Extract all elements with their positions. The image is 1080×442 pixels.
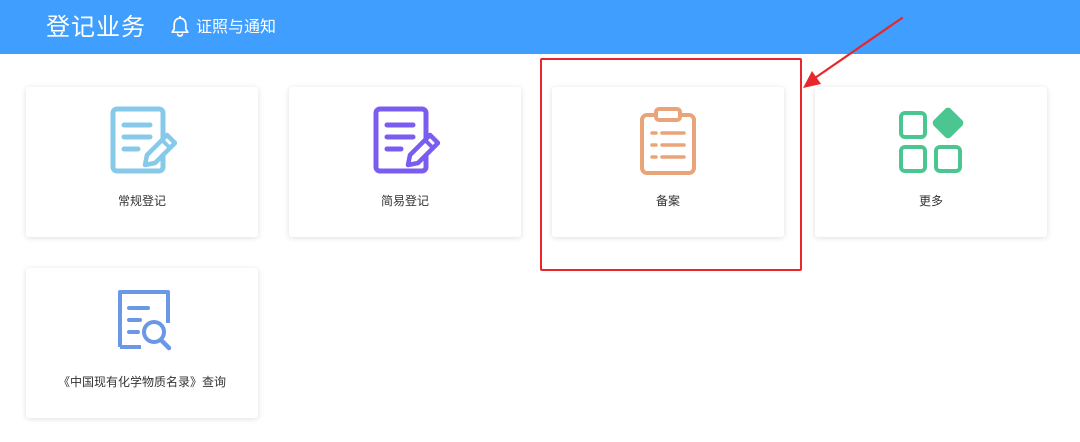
- card-regular-registration[interactable]: 常规登记: [26, 87, 258, 237]
- card-inventory-query[interactable]: 《中国现有化学物质名录》查询: [26, 268, 258, 418]
- licenses-notices-link[interactable]: 证照与通知: [170, 12, 276, 42]
- bell-icon: [170, 16, 190, 38]
- edit-document-icon: [107, 105, 177, 177]
- card-label: 《中国现有化学物质名录》查询: [57, 375, 226, 389]
- top-bar: 登记业务 证照与通知: [0, 0, 1080, 54]
- card-simple-registration[interactable]: 简易登记: [289, 87, 521, 237]
- card-label: 备案: [655, 194, 680, 208]
- page-title: 登记业务: [46, 13, 146, 41]
- card-more[interactable]: 更多: [815, 87, 1047, 237]
- licenses-notices-label: 证照与通知: [196, 17, 277, 36]
- edit-document-icon: [370, 105, 440, 177]
- card-label: 简易登记: [380, 194, 429, 208]
- card-filing[interactable]: 备案: [552, 87, 784, 237]
- document-search-icon: [107, 286, 177, 358]
- card-label: 更多: [918, 194, 943, 208]
- clipboard-icon: [633, 105, 703, 177]
- card-label: 常规登记: [117, 194, 166, 208]
- apps-grid-icon: [896, 105, 966, 177]
